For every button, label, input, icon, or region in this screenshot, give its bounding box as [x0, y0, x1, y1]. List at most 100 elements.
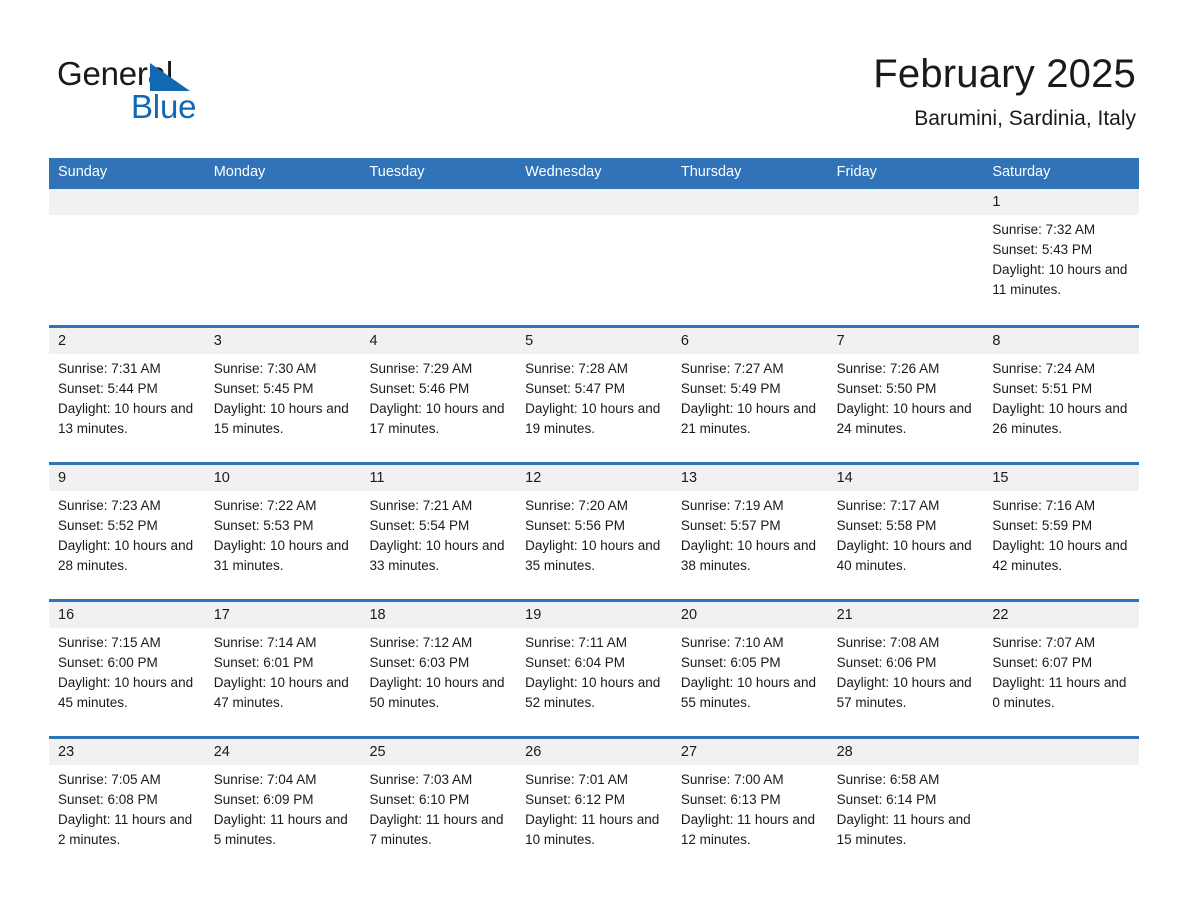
- day-cell[interactable]: Sunrise: 7:04 AM Sunset: 6:09 PM Dayligh…: [205, 765, 361, 877]
- sunrise-text: Sunrise: 7:22 AM: [213, 498, 317, 513]
- week-detail-band: Sunrise: 7:23 AM Sunset: 5:52 PM Dayligh…: [49, 491, 1139, 599]
- day-cell[interactable]: Sunrise: 7:20 AM Sunset: 5:56 PM Dayligh…: [516, 491, 672, 599]
- day-number[interactable]: 28: [828, 739, 984, 765]
- day-number[interactable]: 25: [360, 739, 516, 765]
- sunset-text: Sunset: 5:43 PM: [992, 242, 1093, 257]
- day-cell[interactable]: Sunrise: 6:58 AM Sunset: 6:14 PM Dayligh…: [828, 765, 984, 877]
- day-cell[interactable]: Sunrise: 7:31 AM Sunset: 5:44 PM Dayligh…: [49, 354, 205, 462]
- daylight-text: Daylight: 11 hours and 2 minutes.: [58, 812, 193, 847]
- sunset-text: Sunset: 5:53 PM: [213, 518, 314, 533]
- sunset-text: Sunset: 5:46 PM: [369, 381, 470, 396]
- daylight-text: Daylight: 10 hours and 35 minutes.: [525, 538, 661, 573]
- day-cell[interactable]: Sunrise: 7:26 AM Sunset: 5:50 PM Dayligh…: [828, 354, 984, 462]
- day-number[interactable]: 7: [828, 328, 984, 354]
- day-number[interactable]: 19: [516, 602, 672, 628]
- weekday-header-saturday: Saturday: [992, 164, 1051, 180]
- day-number[interactable]: [360, 189, 516, 215]
- day-number[interactable]: 26: [516, 739, 672, 765]
- day-cell[interactable]: [672, 215, 828, 325]
- day-number[interactable]: 4: [360, 328, 516, 354]
- day-cell[interactable]: [828, 215, 984, 325]
- day-cell[interactable]: Sunrise: 7:17 AM Sunset: 5:58 PM Dayligh…: [828, 491, 984, 599]
- logo-text-blue: Blue: [131, 88, 197, 125]
- day-cell[interactable]: Sunrise: 7:27 AM Sunset: 5:49 PM Dayligh…: [672, 354, 828, 462]
- sunset-text: Sunset: 6:00 PM: [58, 655, 158, 670]
- day-cell[interactable]: Sunrise: 7:05 AM Sunset: 6:08 PM Dayligh…: [49, 765, 205, 877]
- day-cell[interactable]: Sunrise: 7:14 AM Sunset: 6:01 PM Dayligh…: [205, 628, 361, 736]
- sunrise-text: Sunrise: 7:24 AM: [992, 361, 1096, 376]
- daylight-text: Daylight: 11 hours and 12 minutes.: [680, 812, 815, 847]
- day-cell[interactable]: Sunrise: 7:22 AM Sunset: 5:53 PM Dayligh…: [205, 491, 361, 599]
- day-number[interactable]: [516, 189, 672, 215]
- sunrise-text: Sunrise: 7:23 AM: [58, 498, 161, 513]
- day-cell[interactable]: Sunrise: 7:00 AM Sunset: 6:13 PM Dayligh…: [672, 765, 828, 877]
- day-number[interactable]: 8: [983, 328, 1139, 354]
- day-number[interactable]: 17: [205, 602, 361, 628]
- day-cell[interactable]: Sunrise: 7:30 AM Sunset: 5:45 PM Dayligh…: [205, 354, 361, 462]
- day-cell[interactable]: Sunrise: 7:10 AM Sunset: 6:05 PM Dayligh…: [672, 628, 828, 736]
- sunrise-text: Sunrise: 7:17 AM: [836, 498, 940, 513]
- day-cell[interactable]: Sunrise: 7:07 AM Sunset: 6:07 PM Dayligh…: [983, 628, 1139, 736]
- day-cell[interactable]: Sunrise: 7:21 AM Sunset: 5:54 PM Dayligh…: [360, 491, 516, 599]
- day-number[interactable]: 11: [360, 465, 516, 491]
- day-number[interactable]: 27: [672, 739, 828, 765]
- day-number[interactable]: 24: [205, 739, 361, 765]
- day-cell[interactable]: Sunrise: 7:08 AM Sunset: 6:06 PM Dayligh…: [828, 628, 984, 736]
- day-number[interactable]: 18: [360, 602, 516, 628]
- day-cell[interactable]: [983, 765, 1139, 877]
- day-number[interactable]: 15: [983, 465, 1139, 491]
- week-daynumber-band: 1: [49, 189, 1139, 215]
- location-subtitle: Barumini, Sardinia, Italy: [914, 107, 1136, 130]
- daylight-text: Daylight: 10 hours and 13 minutes.: [58, 401, 194, 436]
- day-number[interactable]: 13: [672, 465, 828, 491]
- day-number[interactable]: 6: [672, 328, 828, 354]
- day-number[interactable]: [205, 189, 361, 215]
- day-number[interactable]: 3: [205, 328, 361, 354]
- daylight-text: Daylight: 10 hours and 42 minutes.: [992, 538, 1128, 573]
- day-number[interactable]: [983, 739, 1139, 765]
- day-number[interactable]: 2: [49, 328, 205, 354]
- day-cell[interactable]: [516, 215, 672, 325]
- day-number[interactable]: [828, 189, 984, 215]
- day-number[interactable]: 21: [828, 602, 984, 628]
- day-cell[interactable]: Sunrise: 7:23 AM Sunset: 5:52 PM Dayligh…: [49, 491, 205, 599]
- day-number[interactable]: 16: [49, 602, 205, 628]
- sunset-text: Sunset: 5:51 PM: [992, 381, 1093, 396]
- calendar-week-row: 16 17 18 19 20 21 22 Sunrise: 7:15 AM Su…: [49, 599, 1139, 736]
- day-cell[interactable]: Sunrise: 7:32 AM Sunset: 5:43 PM Dayligh…: [983, 215, 1139, 325]
- day-cell[interactable]: Sunrise: 7:16 AM Sunset: 5:59 PM Dayligh…: [983, 491, 1139, 599]
- day-cell[interactable]: Sunrise: 7:19 AM Sunset: 5:57 PM Dayligh…: [672, 491, 828, 599]
- day-number[interactable]: 12: [516, 465, 672, 491]
- day-cell[interactable]: Sunrise: 7:03 AM Sunset: 6:10 PM Dayligh…: [360, 765, 516, 877]
- day-number[interactable]: 23: [49, 739, 205, 765]
- day-cell[interactable]: [360, 215, 516, 325]
- sunset-text: Sunset: 5:44 PM: [58, 381, 158, 396]
- day-number[interactable]: 22: [983, 602, 1139, 628]
- sunset-text: Sunset: 6:13 PM: [680, 792, 781, 807]
- day-number[interactable]: [49, 189, 205, 215]
- day-number[interactable]: 14: [828, 465, 984, 491]
- sunrise-text: Sunrise: 7:11 AM: [525, 635, 627, 650]
- day-cell[interactable]: [205, 215, 361, 325]
- sunrise-text: Sunrise: 7:00 AM: [680, 772, 784, 787]
- week-detail-band: Sunrise: 7:31 AM Sunset: 5:44 PM Dayligh…: [49, 354, 1139, 462]
- day-number[interactable]: 10: [205, 465, 361, 491]
- weekday-header-row: Sunday Monday Tuesday Wednesday Thursday…: [49, 158, 1139, 186]
- sunset-text: Sunset: 5:59 PM: [992, 518, 1093, 533]
- sunrise-text: Sunrise: 7:32 AM: [992, 222, 1096, 237]
- day-cell[interactable]: Sunrise: 7:29 AM Sunset: 5:46 PM Dayligh…: [360, 354, 516, 462]
- day-cell[interactable]: Sunrise: 7:12 AM Sunset: 6:03 PM Dayligh…: [360, 628, 516, 736]
- day-number[interactable]: 9: [49, 465, 205, 491]
- day-cell[interactable]: Sunrise: 7:11 AM Sunset: 6:04 PM Dayligh…: [516, 628, 672, 736]
- generalblue-logo[interactable]: General Blue: [57, 55, 287, 135]
- day-cell[interactable]: Sunrise: 7:24 AM Sunset: 5:51 PM Dayligh…: [983, 354, 1139, 462]
- day-cell[interactable]: Sunrise: 7:15 AM Sunset: 6:00 PM Dayligh…: [49, 628, 205, 736]
- day-number[interactable]: [672, 189, 828, 215]
- day-cell[interactable]: Sunrise: 7:01 AM Sunset: 6:12 PM Dayligh…: [516, 765, 672, 877]
- daylight-text: Daylight: 10 hours and 57 minutes.: [836, 675, 972, 710]
- day-number[interactable]: 1: [983, 189, 1139, 215]
- day-number[interactable]: 5: [516, 328, 672, 354]
- day-cell[interactable]: [49, 215, 205, 325]
- day-cell[interactable]: Sunrise: 7:28 AM Sunset: 5:47 PM Dayligh…: [516, 354, 672, 462]
- day-number[interactable]: 20: [672, 602, 828, 628]
